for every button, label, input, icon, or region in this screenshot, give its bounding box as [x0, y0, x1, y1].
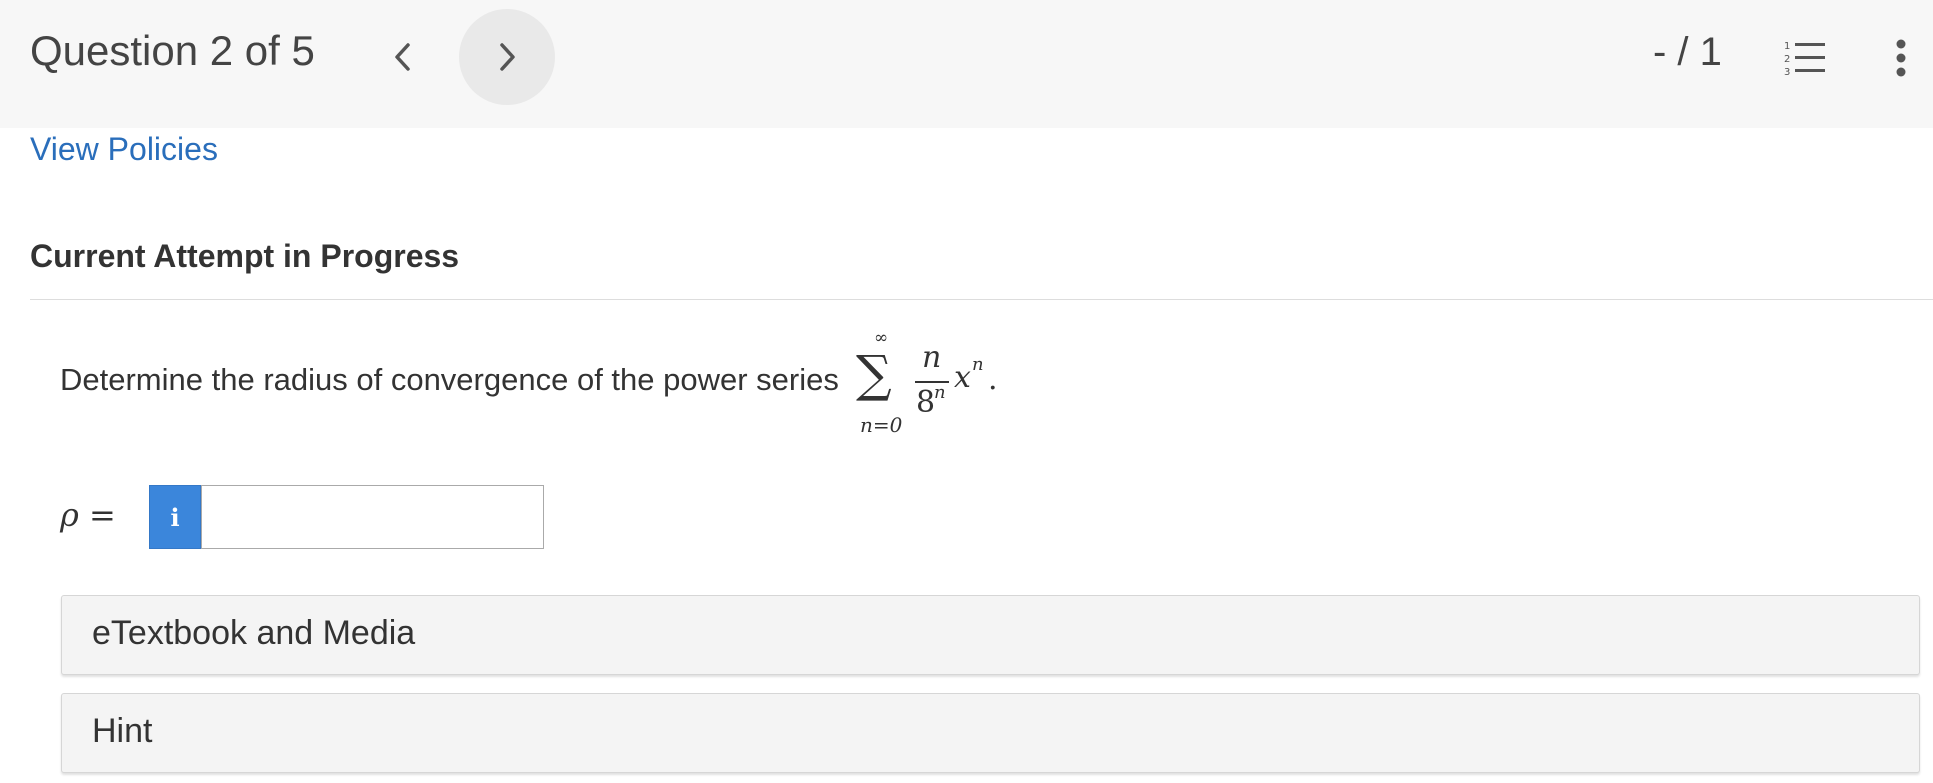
- etextbook-media-panel[interactable]: eTextbook and Media: [61, 595, 1920, 675]
- question-counter: Question 2 of 5: [30, 27, 315, 74]
- top-bar: Question 2 of 5 - / 1 1 2 3: [0, 0, 1933, 128]
- fraction-denominator-base: 8: [916, 385, 936, 420]
- svg-text:1: 1: [1784, 41, 1790, 52]
- numbered-list-icon[interactable]: 1 2 3: [1783, 38, 1827, 78]
- hint-label: Hint: [92, 712, 153, 750]
- hint-panel[interactable]: Hint: [61, 693, 1920, 773]
- question-text: Determine the radius of convergence of t…: [60, 362, 839, 397]
- fraction-denominator-exponent: n: [934, 382, 946, 403]
- chevron-right-icon: [500, 43, 515, 71]
- info-button[interactable]: i: [149, 485, 201, 549]
- etextbook-media-label: eTextbook and Media: [92, 614, 416, 652]
- next-question-button[interactable]: [459, 9, 555, 105]
- series-variable-exponent: n: [972, 354, 984, 375]
- formula-period: .: [988, 362, 998, 397]
- svg-text:2: 2: [1784, 54, 1790, 65]
- summation-sign: ∑: [856, 345, 892, 403]
- chevron-left-icon: [395, 43, 410, 71]
- previous-question-button[interactable]: [355, 9, 451, 105]
- answer-input[interactable]: [201, 485, 544, 549]
- answer-label: ρ =: [60, 496, 116, 534]
- series-variable: x: [954, 360, 971, 395]
- sum-lower-limit: n=0: [860, 413, 903, 437]
- more-vertical-icon[interactable]: [1894, 38, 1908, 78]
- score-display: - / 1: [1653, 30, 1722, 74]
- section-divider: [30, 299, 1933, 300]
- svg-text:3: 3: [1784, 67, 1790, 78]
- fraction-numerator: n: [922, 340, 942, 375]
- attempt-heading: Current Attempt in Progress: [30, 238, 460, 274]
- rho-symbol: ρ: [60, 496, 79, 534]
- equals-sign: =: [78, 496, 116, 534]
- view-policies-link[interactable]: View Policies: [30, 131, 218, 168]
